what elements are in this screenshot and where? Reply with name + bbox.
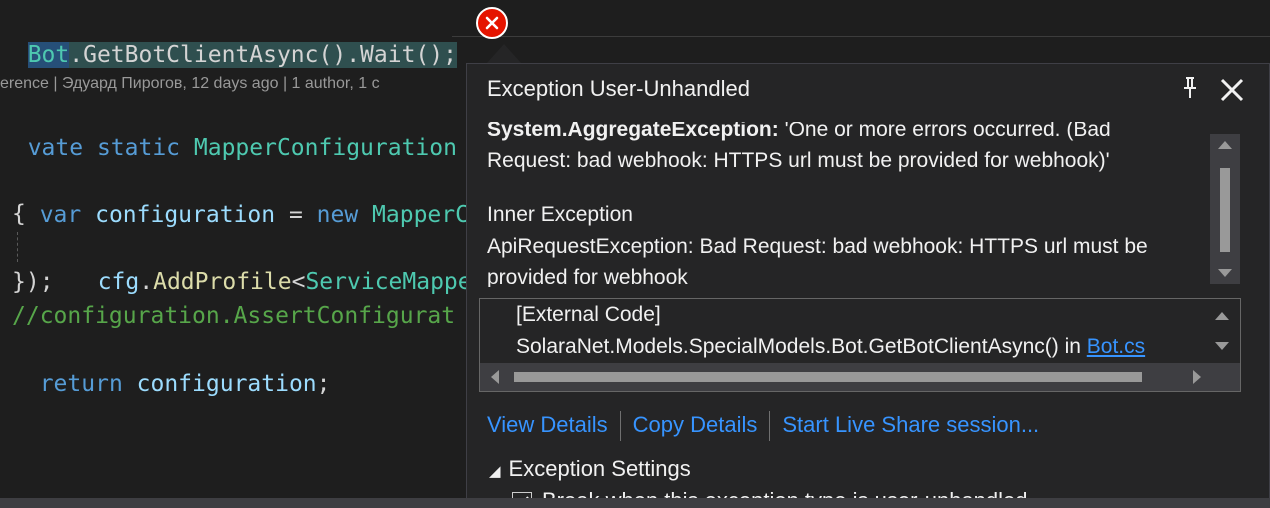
code-line-7: cfg.AddProfile<ServiceMapper <box>70 231 486 295</box>
stack-frame-external[interactable]: [External Code] <box>516 303 661 327</box>
keyword: var <box>39 202 96 228</box>
live-share-link[interactable]: Start Live Share session... <box>782 412 1039 437</box>
stack-frame-text: SolaraNet.Models.SpecialModels.Bot.GetBo… <box>516 335 1087 358</box>
variable-name: configuration <box>95 202 276 228</box>
codelens-info[interactable]: erence | Эдуард Пирогов, 12 days ago | 1… <box>0 72 380 96</box>
scroll-down-arrow-icon[interactable] <box>1210 262 1240 284</box>
method-name: AddProfile <box>153 269 292 295</box>
exception-settings-toggle[interactable]: ◢ Exception Settings <box>489 456 691 482</box>
code-line-9: //configuration.AssertConfigurat <box>12 303 456 329</box>
operator: = <box>275 202 317 228</box>
exception-popup: Exception User-Unhandled System.Aggregat… <box>466 63 1270 508</box>
inner-exception-title: Inner Exception <box>487 203 633 226</box>
scroll-right-arrow-icon[interactable] <box>1182 363 1212 391</box>
scrollbar-corner <box>1212 363 1240 391</box>
popup-title: Exception User-Unhandled <box>487 76 750 101</box>
type-name: ServiceMapper <box>305 269 486 295</box>
scroll-down-arrow-icon[interactable] <box>1204 335 1240 357</box>
view-details-link[interactable]: View Details <box>487 412 608 437</box>
call-stack-box: [External Code] SolaraNet.Models.Special… <box>479 298 1241 392</box>
inner-exception-text: ApiRequestException: Bad Request: bad we… <box>487 235 1148 287</box>
punctuation: ; <box>316 371 331 397</box>
exception-type: System.AggregateException: <box>487 122 779 141</box>
exception-message-area: System.AggregateException: 'One or more … <box>487 122 1187 287</box>
scroll-up-arrow-icon[interactable] <box>1204 305 1240 327</box>
code-line-10: return configuration; <box>12 333 331 397</box>
stack-horizontal-scrollbar[interactable] <box>480 363 1240 391</box>
divider <box>769 411 771 441</box>
divider <box>619 411 621 441</box>
keyword: new <box>316 202 373 228</box>
error-icon[interactable] <box>476 7 508 39</box>
variable-name: configuration <box>136 371 317 397</box>
scrollbar-thumb[interactable] <box>514 372 1142 382</box>
editor-horizontal-scrollbar[interactable] <box>0 498 1270 508</box>
code-line-8: }); <box>12 269 54 295</box>
code-line-1[interactable]: Bot.GetBotClientAsync().Wait(); <box>0 4 457 68</box>
exception-settings-heading: Exception Settings <box>508 456 691 481</box>
exception-message-head: 'One or more errors occurred. (Bad <box>778 122 1111 141</box>
source-file-link[interactable]: Bot.cs <box>1087 335 1145 358</box>
type-name: MapperConfiguration <box>193 135 457 161</box>
indent-guide <box>17 232 18 262</box>
selected-bot-token[interactable]: Bot <box>27 42 70 68</box>
close-icon[interactable] <box>1218 76 1246 104</box>
copy-details-link[interactable]: Copy Details <box>633 412 758 437</box>
editor-separator <box>452 36 1270 37</box>
collapse-triangle-icon[interactable]: ◢ <box>489 463 501 480</box>
punctuation: . <box>139 269 154 295</box>
scrollbar-thumb[interactable] <box>1220 168 1230 252</box>
keyword: return <box>39 371 137 397</box>
selected-call[interactable]: .GetBotClientAsync().Wait(); <box>69 42 457 68</box>
keyword: vate static <box>27 135 194 161</box>
code-line-5: var configuration = new MapperCo <box>12 164 483 228</box>
punctuation: < <box>291 269 306 295</box>
message-scrollbar[interactable] <box>1210 134 1240 284</box>
variable-name: cfg <box>97 269 140 295</box>
exception-message-tail: Request: bad webhook: HTTPS url must be … <box>487 149 1110 172</box>
stack-frame-bot[interactable]: SolaraNet.Models.SpecialModels.Bot.GetBo… <box>516 335 1145 359</box>
scroll-left-arrow-icon[interactable] <box>480 363 510 391</box>
code-line-3: vate static MapperConfiguration G <box>0 97 485 161</box>
action-links: View Details Copy Details Start Live Share… <box>487 411 1039 441</box>
exception-message: System.AggregateException: 'One or more … <box>487 122 1111 176</box>
code-line-6: { <box>12 201 26 227</box>
popup-pointer <box>486 44 522 64</box>
pin-icon[interactable] <box>1178 74 1202 102</box>
scroll-up-arrow-icon[interactable] <box>1210 134 1240 156</box>
stack-scrollbar[interactable] <box>1204 299 1240 363</box>
